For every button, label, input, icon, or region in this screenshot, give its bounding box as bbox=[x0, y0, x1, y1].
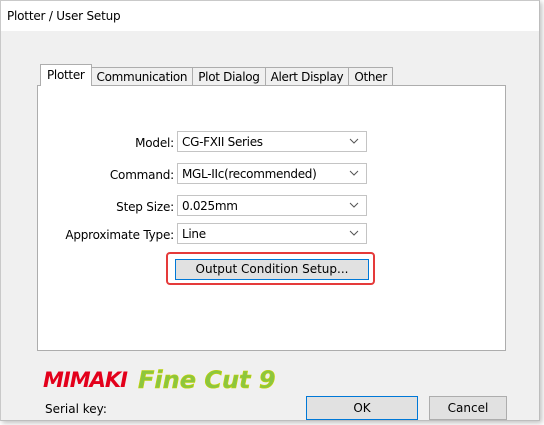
model-select[interactable]: CG-FXII Series bbox=[177, 131, 367, 152]
tab-plotter[interactable]: Plotter bbox=[40, 64, 92, 86]
svg-text:Fine Cut 9: Fine Cut 9 bbox=[138, 366, 276, 394]
chevron-down-icon bbox=[349, 138, 359, 144]
step-size-label: Step Size: bbox=[116, 200, 174, 214]
window-title: Plotter / User Setup bbox=[7, 9, 121, 23]
tab-plot-dialog[interactable]: Plot Dialog bbox=[192, 67, 266, 86]
model-row: Model: bbox=[40, 133, 174, 154]
approximate-type-label: Approximate Type: bbox=[65, 228, 174, 242]
plotter-tab-panel bbox=[37, 85, 506, 351]
title-bar[interactable]: Plotter / User Setup bbox=[1, 1, 539, 31]
approximate-type-select[interactable]: Line bbox=[177, 223, 367, 244]
serial-key-label: Serial key: bbox=[45, 402, 107, 416]
approximate-type-value: Line bbox=[182, 227, 206, 241]
tab-alert-display[interactable]: Alert Display bbox=[264, 67, 350, 86]
approximate-type-row: Approximate Type: bbox=[40, 225, 174, 246]
chevron-down-icon bbox=[349, 230, 359, 236]
tab-communication[interactable]: Communication bbox=[90, 67, 194, 86]
command-row: Command: bbox=[40, 165, 174, 186]
logo-brand-text: MIMAKI bbox=[43, 368, 128, 392]
ok-button[interactable]: OK bbox=[306, 396, 418, 420]
model-value: CG-FXII Series bbox=[182, 135, 263, 149]
logo-product-text: Fine Cut 9 bbox=[138, 366, 276, 395]
command-select[interactable]: MGL-IIc(recommended) bbox=[177, 163, 367, 184]
tab-other[interactable]: Other bbox=[348, 67, 393, 86]
step-size-row: Step Size: bbox=[40, 197, 174, 218]
command-value: MGL-IIc(recommended) bbox=[182, 167, 317, 181]
chevron-down-icon bbox=[349, 202, 359, 208]
model-label: Model: bbox=[135, 136, 174, 150]
command-label: Command: bbox=[109, 168, 174, 182]
tab-strip: Plotter Communication Plot Dialog Alert … bbox=[40, 64, 393, 86]
step-size-value: 0.025mm bbox=[182, 199, 238, 213]
output-condition-setup-button[interactable]: Output Condition Setup... bbox=[175, 259, 369, 280]
cancel-button[interactable]: Cancel bbox=[429, 396, 507, 420]
chevron-down-icon bbox=[349, 170, 359, 176]
step-size-select[interactable]: 0.025mm bbox=[177, 195, 367, 216]
mimaki-finecut-logo: MIMAKI Fine Cut 9 bbox=[43, 366, 276, 395]
